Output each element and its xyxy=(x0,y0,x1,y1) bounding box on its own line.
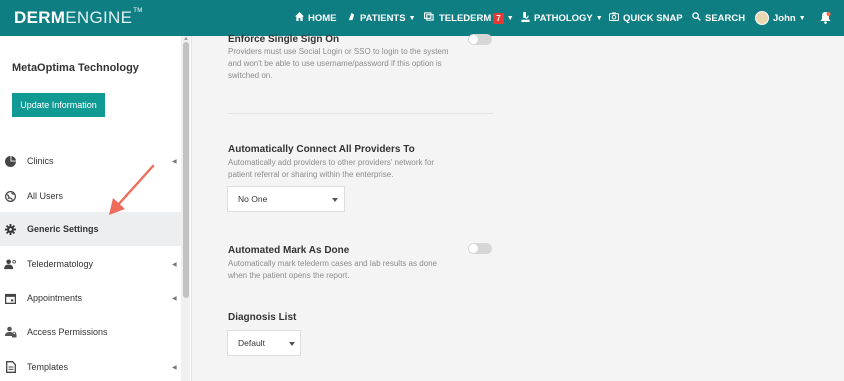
organization-name: MetaOptima Technology xyxy=(12,62,139,74)
nav-telederm[interactable]: TELEDERM 7 ▼ xyxy=(424,0,514,36)
sso-toggle[interactable] xyxy=(468,34,492,45)
patients-icon xyxy=(347,12,356,24)
microscope-icon xyxy=(521,11,530,25)
mark-as-done-toggle[interactable] xyxy=(468,243,492,254)
connect-providers-title: Automatically Connect All Providers To xyxy=(228,144,415,155)
calendar-icon xyxy=(4,292,17,305)
logo-light-text: ENGINE xyxy=(65,8,133,27)
nav-pathology[interactable]: PATHOLOGY ▼ xyxy=(521,0,603,36)
sidebar-item-label: Generic Settings xyxy=(27,224,99,234)
nav-home-label: HOME xyxy=(308,12,337,24)
sidebar-item-label: Appointments xyxy=(27,293,83,303)
caret-down-icon xyxy=(289,342,295,346)
toggle-knob xyxy=(469,244,478,253)
sidebar-item-access-permissions[interactable]: Access Permissions xyxy=(0,315,181,349)
search-icon xyxy=(692,12,701,24)
sidebar-item-label: Templates xyxy=(27,362,69,372)
sidebar-item-label: Clinics xyxy=(27,156,54,166)
section-divider xyxy=(228,113,493,114)
nav-search-label: SEARCH xyxy=(705,12,746,24)
chevron-down-icon: ▼ xyxy=(798,14,806,22)
sso-title: Enforce Single Sign On xyxy=(228,34,340,45)
users-icon xyxy=(4,258,17,271)
avatar xyxy=(755,11,769,25)
telederm-count-badge: 7 xyxy=(493,12,504,24)
top-navbar: DERMENGINETM HOME PATIENTS ▼ TELEDERM 7 ▼ P… xyxy=(0,0,844,36)
update-information-button[interactable]: Update Information xyxy=(12,93,105,117)
chevron-left-icon: ◀ xyxy=(172,158,177,165)
chevron-left-icon: ◀ xyxy=(172,261,177,268)
nav-home[interactable]: HOME xyxy=(295,0,337,36)
select-value: No One xyxy=(238,194,268,204)
diagnosis-list-select[interactable]: Default xyxy=(227,330,301,356)
chevron-left-icon: ◀ xyxy=(172,364,177,371)
chevron-down-icon: ▼ xyxy=(595,14,603,22)
nav-user-name: John xyxy=(773,12,796,24)
sidebar-item-label: All Users xyxy=(27,191,64,201)
caret-down-icon xyxy=(332,198,338,202)
sidebar-item-teledermatology[interactable]: Teledermatology ◀ xyxy=(0,247,181,281)
mark-as-done-description: Automatically mark telederm cases and la… xyxy=(228,259,437,280)
connect-providers-select[interactable]: No One xyxy=(227,186,345,212)
select-value: Default xyxy=(238,338,265,348)
sso-description: Providers must use Social Login or SSO t… xyxy=(228,47,449,80)
gear-icon xyxy=(4,223,17,236)
lock-icon xyxy=(4,326,17,339)
nav-pathology-label: PATHOLOGY xyxy=(534,12,593,24)
annotation-arrow-icon xyxy=(109,164,155,215)
logo-bold-text: DERM xyxy=(14,8,66,27)
nav-quick-snap[interactable]: QUICK SNAP xyxy=(609,0,683,36)
nav-patients-label: PATIENTS xyxy=(360,12,406,24)
sidebar-item-label: Access Permissions xyxy=(27,327,108,337)
nav-quick-snap-label: QUICK SNAP xyxy=(623,12,683,24)
app-logo[interactable]: DERMENGINETM xyxy=(14,8,143,28)
file-icon xyxy=(4,361,17,374)
bell-icon[interactable] xyxy=(820,11,831,24)
toggle-knob xyxy=(469,35,478,44)
home-icon xyxy=(295,12,304,24)
nav-user-menu[interactable]: John ▼ xyxy=(755,0,806,36)
sidebar: MetaOptima Technology Update Information… xyxy=(0,36,192,381)
mark-as-done-title: Automated Mark As Done xyxy=(228,245,350,256)
sidebar-scrollbar-thumb[interactable] xyxy=(183,42,189,298)
settings-panel: Enforce Single Sign On Providers must us… xyxy=(200,34,844,381)
logo-trademark: TM xyxy=(133,8,143,14)
chevron-left-icon: ◀ xyxy=(172,295,177,302)
nav-patients[interactable]: PATIENTS ▼ xyxy=(347,0,416,36)
nav-telederm-label: TELEDERM xyxy=(439,12,492,24)
diagnosis-list-title: Diagnosis List xyxy=(228,312,297,323)
telederm-icon xyxy=(424,12,435,24)
globe-icon xyxy=(4,190,17,203)
chevron-down-icon: ▼ xyxy=(408,14,416,22)
sidebar-item-appointments[interactable]: Appointments ◀ xyxy=(0,281,181,315)
pie-icon xyxy=(4,155,17,168)
chevron-down-icon: ▼ xyxy=(506,14,514,22)
sidebar-item-templates[interactable]: Templates ◀ xyxy=(0,350,181,381)
sidebar-item-label: Teledermatology xyxy=(27,259,94,269)
connect-providers-description: Automatically add providers to other pro… xyxy=(228,158,435,179)
camera-icon xyxy=(609,12,619,24)
nav-search[interactable]: SEARCH xyxy=(692,0,745,36)
